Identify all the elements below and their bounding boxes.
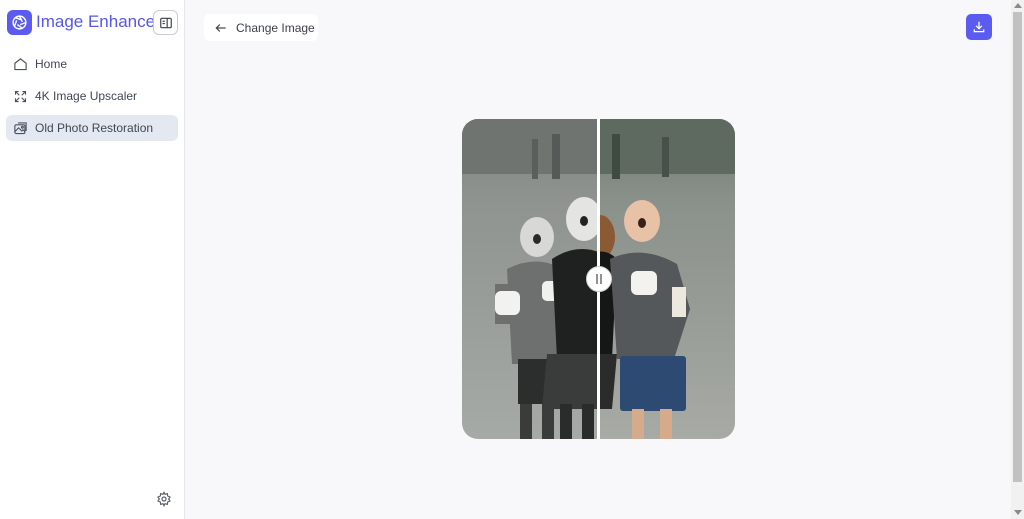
download-button[interactable]	[966, 14, 992, 40]
aperture-icon	[7, 10, 32, 35]
sidebar-nav: Home 4K Image Upscaler Old Photo Restora…	[6, 51, 178, 147]
sidebar-toggle-icon	[159, 17, 172, 28]
settings-button[interactable]	[155, 490, 172, 507]
drag-handle-icon	[596, 274, 602, 284]
sidebar-item-4k-upscaler[interactable]: 4K Image Upscaler	[6, 83, 178, 109]
sidebar-item-label: Home	[35, 57, 68, 71]
photo-restore-icon	[12, 120, 28, 136]
sidebar: Image Enhancer Home 4K Image Upscaler Ol…	[0, 0, 185, 519]
download-icon	[973, 21, 985, 33]
change-image-button[interactable]: Change Image	[204, 14, 318, 41]
sidebar-item-label: 4K Image Upscaler	[35, 89, 138, 103]
gear-icon	[156, 490, 171, 507]
app-title: Image Enhancer	[36, 12, 161, 31]
scroll-thumb[interactable]	[1013, 12, 1022, 482]
home-icon	[12, 56, 28, 72]
comparison-slider-handle[interactable]	[586, 266, 612, 292]
scroll-up-arrow-icon[interactable]	[1014, 3, 1022, 8]
change-image-label: Change Image	[236, 20, 315, 35]
expand-icon	[12, 88, 28, 104]
sidebar-item-home[interactable]: Home	[6, 51, 178, 77]
vertical-scrollbar[interactable]	[1011, 0, 1024, 519]
scroll-down-arrow-icon[interactable]	[1014, 510, 1022, 515]
arrow-left-icon	[214, 21, 228, 35]
sidebar-item-old-photo-restoration[interactable]: Old Photo Restoration	[6, 115, 178, 141]
sidebar-item-label: Old Photo Restoration	[35, 121, 154, 135]
sidebar-toggle-button[interactable]	[153, 10, 178, 35]
brand: Image Enhancer	[7, 9, 179, 37]
